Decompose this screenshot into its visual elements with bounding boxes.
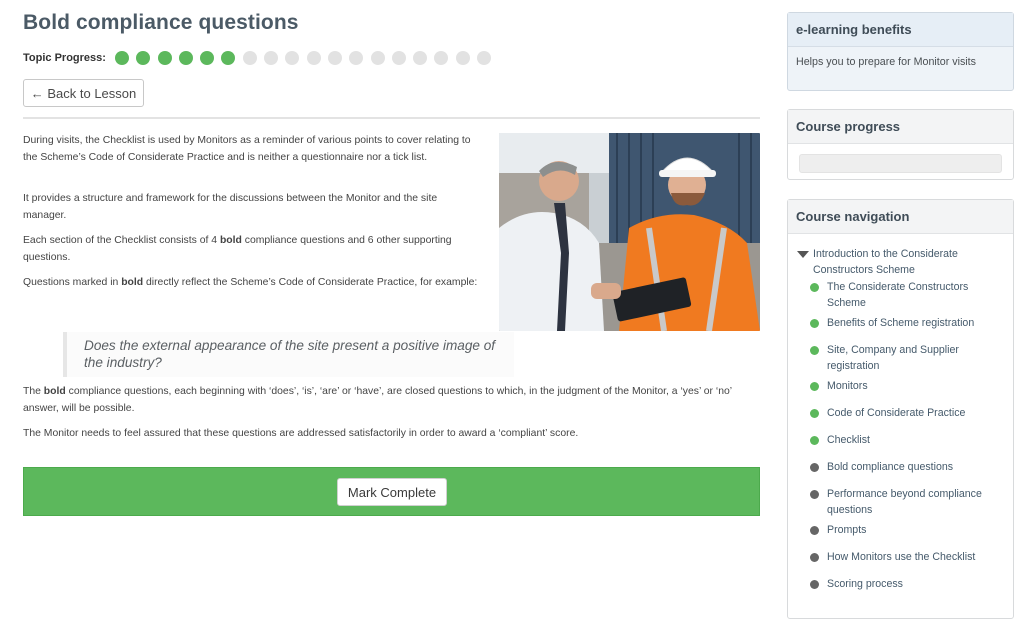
progress-dot-pending xyxy=(306,50,321,65)
nav-item-label: Monitors xyxy=(827,380,868,392)
paragraph-3-start: Each section of the Checklist consists o… xyxy=(23,235,220,246)
paragraph-3-bold: bold xyxy=(219,235,242,246)
progress-dot-pending xyxy=(264,50,279,65)
paragraph-5-end: compliance questions, each beginning wit… xyxy=(23,386,732,414)
complete-bullet-icon xyxy=(810,382,819,391)
complete-bullet-icon xyxy=(810,283,819,292)
progress-dot-complete xyxy=(221,50,236,65)
example-quote: Does the external appearance of the site… xyxy=(63,331,514,377)
divider xyxy=(23,117,760,119)
paragraph-2: It provides a structure and framework fo… xyxy=(23,193,438,221)
nav-item-label: Scoring process xyxy=(827,578,903,590)
incomplete-bullet-icon xyxy=(810,553,819,562)
progress-dot-complete xyxy=(178,50,193,65)
progress-dot-pending xyxy=(413,50,428,65)
progress-dot-pending xyxy=(242,50,257,65)
course-navigation-title: Course navigation xyxy=(788,200,1013,234)
progress-dot-pending xyxy=(327,50,342,65)
course-progress-widget: Course progress xyxy=(787,109,1014,180)
nav-item-label: Site, Company and Supplier registration xyxy=(827,344,959,372)
nav-item[interactable]: Site, Company and Supplier registration xyxy=(810,342,990,374)
paragraph-4-end: directly reflect the Scheme’s Code of Co… xyxy=(143,277,478,288)
nav-item[interactable]: Code of Considerate Practice xyxy=(810,405,990,421)
nav-item[interactable]: How Monitors use the Checklist xyxy=(810,549,990,565)
paragraph-4-start: Questions marked in xyxy=(23,277,122,288)
paragraph-5: The bold compliance questions, each begi… xyxy=(23,384,760,417)
nav-item-label: Prompts xyxy=(827,524,867,536)
topic-progress: Topic Progress: xyxy=(23,49,498,66)
progress-dot-complete xyxy=(114,50,129,65)
nav-item[interactable]: Checklist xyxy=(810,432,990,448)
example-quote-text: Does the external appearance of the site… xyxy=(84,338,496,371)
progress-dot-complete xyxy=(200,50,215,65)
mark-complete-button[interactable]: Mark Complete xyxy=(337,478,447,506)
nav-item-label: Checklist xyxy=(827,434,870,446)
nav-item[interactable]: Prompts xyxy=(810,522,990,538)
incomplete-bullet-icon xyxy=(810,490,819,499)
page-title: Bold compliance questions xyxy=(23,11,299,34)
mark-complete-bar: Mark Complete xyxy=(23,467,760,516)
nav-item-label: Bold compliance questions xyxy=(827,461,954,473)
complete-bullet-icon xyxy=(810,319,819,328)
course-progress-title: Course progress xyxy=(788,110,1013,144)
paragraph-5-start: The xyxy=(23,386,44,397)
incomplete-bullet-icon xyxy=(810,580,819,589)
nav-item[interactable]: Monitors xyxy=(810,378,990,394)
nav-item[interactable]: Bold compliance questions xyxy=(810,459,990,475)
nav-item-label: Benefits of Scheme registration xyxy=(827,317,975,329)
paragraph-1: During visits, the Checklist is used by … xyxy=(23,135,471,163)
progress-dot-complete xyxy=(136,50,151,65)
nav-item-label: Code of Considerate Practice xyxy=(827,407,966,419)
nav-item-label: Performance beyond compliance questions xyxy=(827,488,982,516)
benefits-title: e-learning benefits xyxy=(788,13,1013,47)
nav-item[interactable]: Performance beyond compliance questions xyxy=(810,486,990,518)
benefits-text: Helps you to prepare for Monitor visits xyxy=(796,56,976,68)
course-navigation-widget: Course navigation Introduction to the Co… xyxy=(787,199,1014,619)
paragraph-3: Each section of the Checklist consists o… xyxy=(23,233,483,266)
course-progress-bar xyxy=(799,154,1002,173)
nav-section-label: Introduction to the Considerate Construc… xyxy=(813,248,958,276)
collapse-triangle-icon[interactable] xyxy=(797,251,809,258)
paragraph-4-bold: bold xyxy=(121,277,144,288)
progress-dots xyxy=(114,50,498,65)
topic-progress-label: Topic Progress: xyxy=(23,51,106,64)
complete-bullet-icon xyxy=(810,409,819,418)
progress-dot-pending xyxy=(391,50,406,65)
complete-bullet-icon xyxy=(810,436,819,445)
photo-illustration xyxy=(499,133,760,331)
nav-item-label: How Monitors use the Checklist xyxy=(827,551,976,563)
incomplete-bullet-icon xyxy=(810,463,819,472)
progress-dot-pending xyxy=(349,50,364,65)
back-to-lesson-label: ← Back to Lesson xyxy=(30,85,137,101)
incomplete-bullet-icon xyxy=(810,526,819,535)
paragraph-6: The Monitor needs to feel assured that t… xyxy=(23,428,579,439)
nav-item-label: The Considerate Constructors Scheme xyxy=(827,281,969,309)
progress-dot-pending xyxy=(455,50,470,65)
progress-dot-pending xyxy=(285,50,300,65)
nav-item[interactable]: Scoring process xyxy=(810,576,990,592)
benefits-widget: e-learning benefits Helps you to prepare… xyxy=(787,12,1014,91)
nav-item[interactable]: Benefits of Scheme registration xyxy=(810,315,990,331)
progress-dot-pending xyxy=(476,50,491,65)
progress-dot-complete xyxy=(157,50,172,65)
progress-dot-pending xyxy=(434,50,449,65)
complete-bullet-icon xyxy=(810,346,819,355)
monitor-site-manager-photo xyxy=(499,133,760,331)
paragraph-4: Questions marked in bold directly reflec… xyxy=(23,275,483,292)
nav-item[interactable]: The Considerate Constructors Scheme xyxy=(810,279,990,311)
nav-section-introduction[interactable]: Introduction to the Considerate Construc… xyxy=(797,246,1002,278)
progress-dot-pending xyxy=(370,50,385,65)
back-to-lesson-button[interactable]: ← Back to Lesson xyxy=(23,79,144,107)
paragraph-5-bold: bold xyxy=(43,386,66,397)
